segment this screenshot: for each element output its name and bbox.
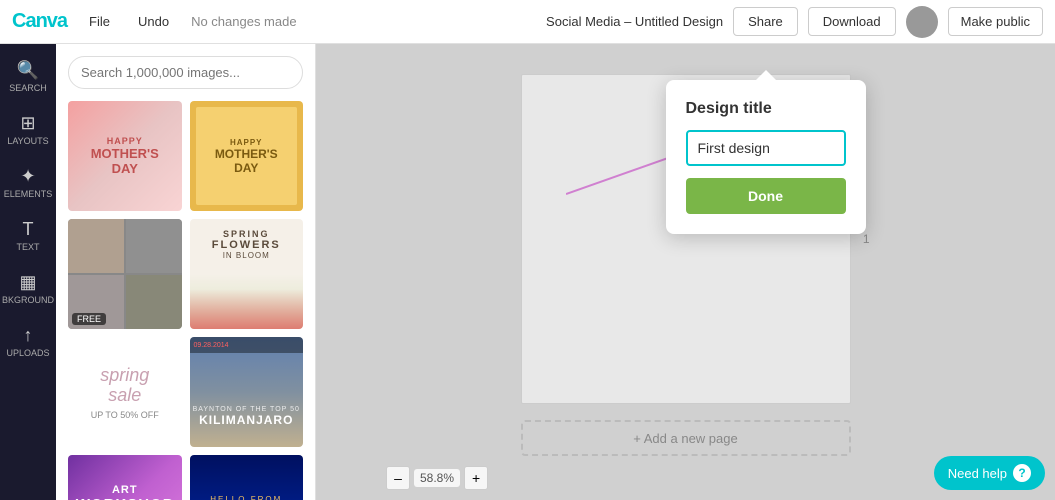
file-menu-button[interactable]: File — [83, 10, 116, 33]
popup-title: Design title — [686, 100, 846, 118]
make-public-button[interactable]: Make public — [948, 7, 1043, 36]
sidebar-item-uploads[interactable]: ↑ UPLOADS — [0, 317, 56, 366]
elements-icon: ✦ — [20, 166, 35, 187]
design-title-label: Social Media – Untitled Design — [546, 14, 723, 29]
sidebar-icons: 🔍 SEARCH ⊞ LAYOUTS ✦ ELEMENTS T TEXT ▦ B… — [0, 44, 56, 500]
canva-logo: Canva — [12, 10, 67, 33]
topbar-right: Social Media – Untitled Design Share Dow… — [546, 6, 1043, 38]
sidebar-item-elements[interactable]: ✦ ELEMENTS — [0, 158, 56, 207]
design-title-popup: Design title Done — [666, 80, 866, 234]
list-item[interactable]: HELLO FROM MADRID — [190, 455, 304, 500]
avatar — [906, 6, 938, 38]
sidebar-item-background[interactable]: ▦ BKGROUND — [0, 264, 56, 313]
list-item[interactable]: HAPPY MOTHER'SDAY — [190, 101, 304, 211]
design-title-input[interactable] — [686, 130, 846, 166]
background-icon: ▦ — [19, 272, 36, 293]
list-item[interactable]: ART WORKSHOP 07 16 16 — [68, 455, 182, 500]
page-number: 1 — [863, 232, 870, 246]
sidebar-item-layouts[interactable]: ⊞ LAYOUTS — [0, 105, 56, 154]
sidebar-item-text[interactable]: T TEXT — [0, 211, 56, 260]
help-button[interactable]: Need help ? — [934, 456, 1045, 490]
main-layout: 🔍 SEARCH ⊞ LAYOUTS ✦ ELEMENTS T TEXT ▦ B… — [0, 44, 1055, 500]
template-grid: HAPPY MOTHER'SDAY HAPPY MOTHER'SDAY — [68, 101, 303, 500]
zoom-plus-button[interactable]: + — [464, 466, 488, 490]
zoom-minus-button[interactable]: – — [386, 466, 410, 490]
search-icon: 🔍 — [17, 60, 39, 81]
list-item[interactable]: SPRING FLOWERS IN BLOOM — [190, 219, 304, 329]
uploads-icon: ↑ — [24, 325, 33, 346]
topbar: Canva File Undo No changes made Social M… — [0, 0, 1055, 44]
help-icon: ? — [1013, 464, 1031, 482]
list-item[interactable]: spring sale UP TO 50% OFF — [68, 337, 182, 447]
download-button[interactable]: Download — [808, 7, 896, 36]
share-button[interactable]: Share — [733, 7, 798, 36]
left-panel: HAPPY MOTHER'SDAY HAPPY MOTHER'SDAY — [56, 44, 316, 500]
canvas-area: 1 + Add a new page Design title Done – 5… — [316, 44, 1055, 500]
list-item[interactable]: FREE — [68, 219, 182, 329]
help-label: Need help — [948, 466, 1007, 481]
zoom-controls: – 58.8% + — [386, 466, 488, 490]
zoom-percent: 58.8% — [414, 469, 460, 487]
popup-arrow — [756, 70, 776, 80]
text-icon: T — [23, 219, 34, 240]
done-button[interactable]: Done — [686, 178, 846, 214]
sidebar-item-search[interactable]: 🔍 SEARCH — [0, 52, 56, 101]
search-input[interactable] — [68, 56, 303, 89]
no-changes-label: No changes made — [191, 14, 297, 29]
add-page-button[interactable]: + Add a new page — [521, 420, 851, 456]
layouts-icon: ⊞ — [20, 113, 35, 134]
undo-button[interactable]: Undo — [132, 10, 175, 33]
list-item[interactable]: 09.28.2014 BAYNTON OF THE TOP 50 KILIMAN… — [190, 337, 304, 447]
list-item[interactable]: HAPPY MOTHER'SDAY — [68, 101, 182, 211]
